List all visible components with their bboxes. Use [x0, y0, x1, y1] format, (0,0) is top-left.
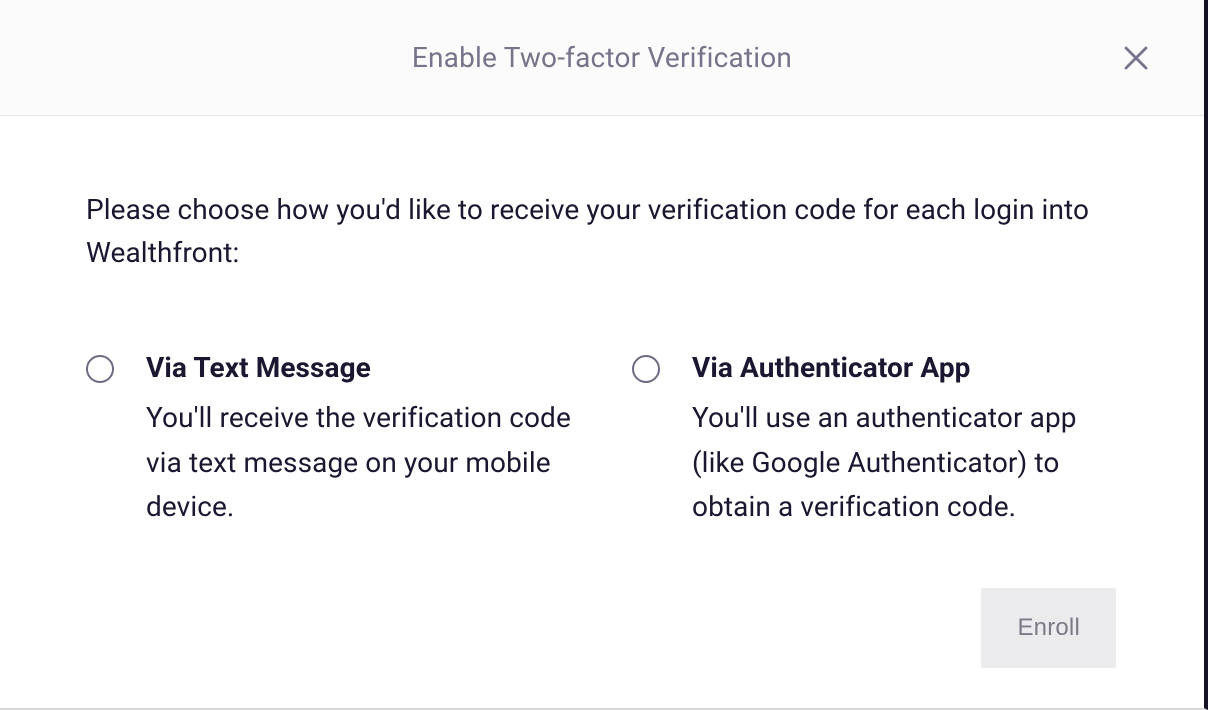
option-text-message[interactable]: Via Text Message You'll receive the veri… — [86, 351, 572, 530]
option-content: Via Text Message You'll receive the veri… — [146, 351, 572, 530]
option-authenticator-app[interactable]: Via Authenticator App You'll use an auth… — [632, 351, 1118, 530]
options-container: Via Text Message You'll receive the veri… — [86, 351, 1118, 530]
option-desc-authenticator-app: You'll use an authenticator app (like Go… — [692, 396, 1118, 530]
two-factor-modal: Enable Two-factor Verification Please ch… — [0, 0, 1208, 710]
radio-text-message[interactable] — [86, 355, 114, 383]
modal-header: Enable Two-factor Verification — [0, 0, 1204, 116]
radio-authenticator-app[interactable] — [632, 355, 660, 383]
option-content: Via Authenticator App You'll use an auth… — [692, 351, 1118, 530]
close-button[interactable] — [1116, 38, 1156, 78]
option-title-authenticator-app: Via Authenticator App — [692, 351, 1118, 384]
modal-title: Enable Two-factor Verification — [412, 41, 792, 74]
option-desc-text-message: You'll receive the verification code via… — [146, 396, 572, 530]
intro-text: Please choose how you'd like to receive … — [86, 188, 1118, 275]
modal-body: Please choose how you'd like to receive … — [0, 116, 1204, 530]
close-icon — [1121, 43, 1151, 73]
enroll-button[interactable]: Enroll — [981, 588, 1116, 668]
option-title-text-message: Via Text Message — [146, 351, 572, 384]
modal-actions: Enroll — [0, 588, 1204, 668]
